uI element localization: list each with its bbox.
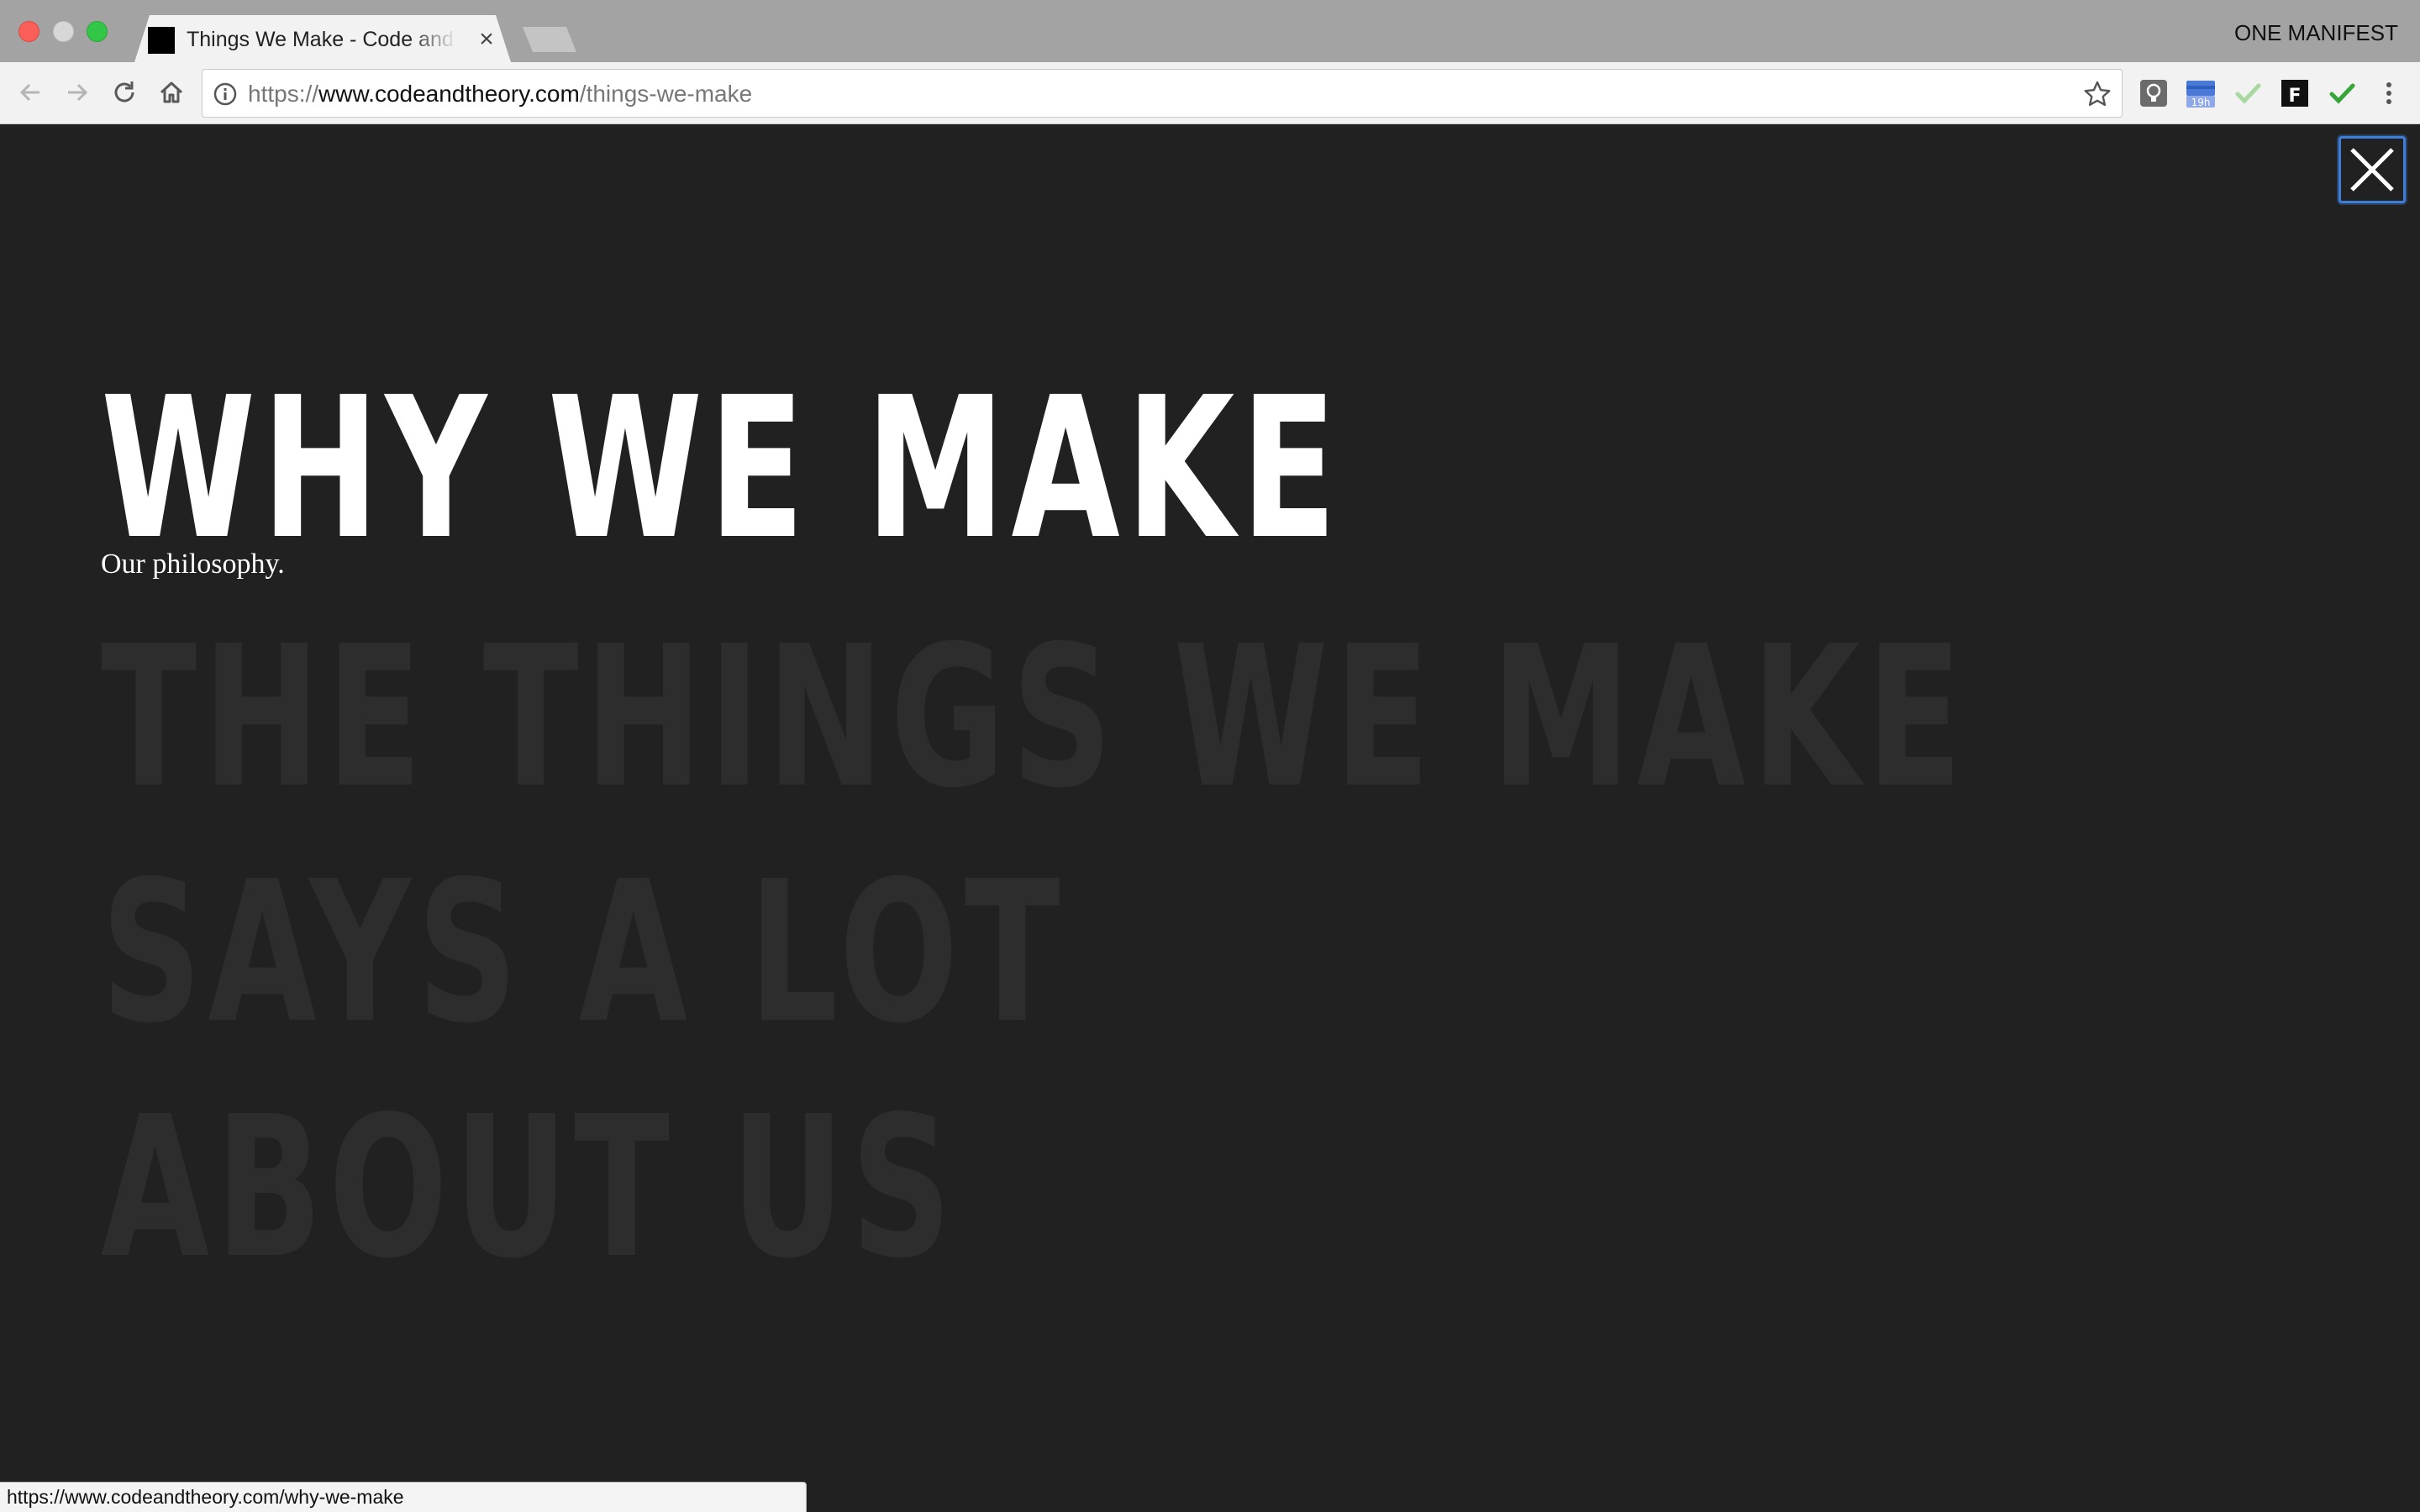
address-bar[interactable]: https://www.codeandtheory.com/things-we-… xyxy=(202,69,2123,118)
back-button[interactable] xyxy=(13,76,47,109)
browser-titlebar: Things We Make - Code and Theory × ONE M… xyxy=(0,0,2420,62)
page-title: WHY WE MAKE xyxy=(101,355,1343,582)
tagline: THE THINGS WE MAKE SAYS A LOT ABOUT US xyxy=(101,600,1968,1305)
home-icon xyxy=(160,81,183,103)
calendar-badge: 19h xyxy=(2191,97,2211,108)
close-icon xyxy=(2350,148,2394,192)
reload-icon xyxy=(114,81,134,102)
tagline-line: THE THINGS WE MAKE xyxy=(101,604,1969,831)
site-favicon-icon xyxy=(148,27,175,54)
site-info-icon[interactable] xyxy=(213,81,238,107)
home-button[interactable] xyxy=(155,76,188,109)
extension-lightbulb[interactable] xyxy=(2138,77,2170,109)
tagline-line: SAYS A LOT xyxy=(101,839,1066,1066)
profile-name[interactable]: ONE MANIFEST xyxy=(2234,18,2398,47)
extension-fb[interactable]: F xyxy=(2279,77,2311,109)
address-url[interactable]: https://www.codeandtheory.com/things-we-… xyxy=(248,78,752,110)
url-path: /things-we-make xyxy=(579,81,753,107)
tab-close-button[interactable]: × xyxy=(474,25,499,54)
tab-title: Things We Make - Code and Theory xyxy=(187,28,457,51)
calendar-extension-icon: 19h xyxy=(2186,81,2215,108)
browser-tab-active[interactable]: Things We Make - Code and Theory × xyxy=(134,15,511,62)
back-arrow-icon xyxy=(19,83,39,102)
window-maximize-button[interactable] xyxy=(87,21,108,42)
svg-text:F: F xyxy=(2288,86,2301,107)
url-scheme: https:// xyxy=(248,81,319,107)
forward-button[interactable] xyxy=(60,76,94,109)
extension-calendar[interactable]: 19h xyxy=(2185,77,2217,109)
bookmark-star-icon[interactable] xyxy=(2083,80,2112,108)
new-tab-button[interactable] xyxy=(523,27,576,52)
browser-toolbar: https://www.codeandtheory.com/things-we-… xyxy=(0,62,2420,124)
extension-check-green[interactable] xyxy=(2326,77,2358,109)
tagline-line: ABOUT US xyxy=(101,1074,958,1301)
kebab-menu-icon xyxy=(2386,82,2391,104)
checkmark-light-extension-icon xyxy=(2235,83,2261,104)
page-content: WHY WE MAKE Our philosophy. THE THINGS W… xyxy=(0,124,2420,1512)
reload-button[interactable] xyxy=(108,76,141,109)
close-overlay-button[interactable] xyxy=(2338,136,2406,203)
browser-menu-button[interactable] xyxy=(2373,77,2405,109)
window-close-button[interactable] xyxy=(18,21,39,42)
lightbulb-extension-icon xyxy=(2140,80,2167,107)
link-status-bubble: https://www.codeandtheory.com/why-we-mak… xyxy=(0,1482,807,1512)
forward-arrow-icon xyxy=(68,83,88,102)
checkmark-green-extension-icon xyxy=(2329,83,2355,104)
fb-extension-icon: F xyxy=(2281,80,2308,107)
extension-check-light[interactable] xyxy=(2232,77,2264,109)
window-minimize-button[interactable] xyxy=(53,21,74,42)
page-subtitle: Our philosophy. xyxy=(101,549,285,580)
url-host: www.codeandtheory.com xyxy=(318,81,580,107)
